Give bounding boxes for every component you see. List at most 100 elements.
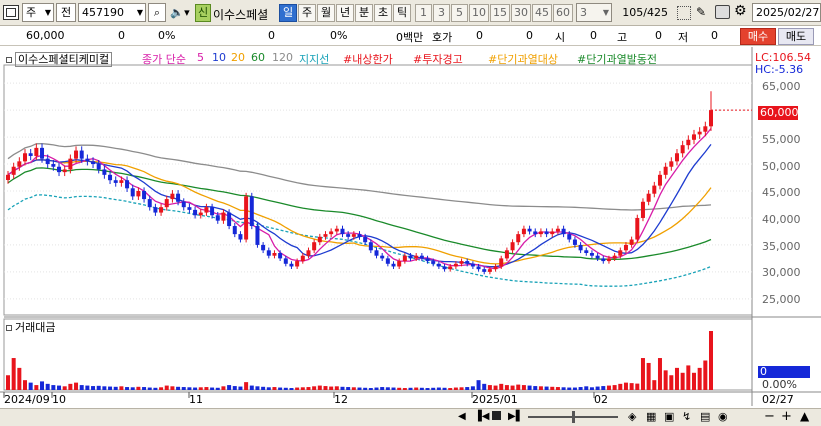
volume-percent: 0% [330,29,348,42]
candle [578,244,583,251]
volume-bar [96,385,101,390]
legend-indicator-4: #단기과열발동전 [577,53,658,66]
collapse-icon[interactable]: ▲ [800,409,809,423]
volume-bar [198,387,203,390]
candle [601,258,606,262]
chart-tool-icon[interactable]: ◈ [628,410,636,423]
interval-button-15[interactable]: 15 [490,4,510,22]
interval-button-3[interactable]: 3 [433,4,450,22]
interval-button-1[interactable]: 1 [415,4,432,22]
scroll-first-button[interactable]: ◀ [458,411,466,422]
volume-bar [34,385,39,390]
legend-indicator-2: #투자경고 [413,53,463,66]
volume-bar [470,386,475,390]
candle [606,258,611,262]
interval-button-45[interactable]: 45 [532,4,552,22]
candle [584,250,589,253]
chart-tool-icon[interactable]: ↯ [682,410,691,423]
volume-bar [567,387,572,390]
candle [249,196,254,227]
zoom-out-icon[interactable]: − [764,409,775,424]
market-select[interactable]: 주 ▼ [22,3,54,22]
scroll-next-button[interactable]: ▶▌ [508,411,523,422]
volume-bar [204,387,209,390]
candle [470,263,475,267]
volume-bar [538,386,543,390]
candle [351,234,356,237]
chevron-down-icon: ▼ [136,8,143,17]
interval-button-5[interactable]: 5 [451,4,468,22]
type-select[interactable]: 전 [56,3,76,22]
chart-tool-icon[interactable]: ▣ [664,410,674,423]
candle [385,258,390,264]
interval-button-10[interactable]: 10 [469,4,489,22]
candle [544,231,549,235]
candle [198,212,203,216]
period-button-tick[interactable]: 틱 [393,4,411,22]
candle [187,207,192,210]
date-field[interactable]: 2025/02/27 [752,3,821,22]
candle [623,244,628,251]
toolbar: 주 ▼ 전 457190 ▼ ⌕ 🔈▾ 신 이수스페셜 일 주 월 년 분 초 틱 … [0,0,821,26]
volume-bar [436,387,441,390]
amount-value: 0백만 [396,31,424,44]
scroll-prev-button[interactable]: ▐◀ [474,411,489,422]
candle [312,242,317,251]
count-select[interactable]: 3 ▼ [576,3,612,22]
candle [215,215,220,221]
candle [164,199,169,208]
draw-tool-icon[interactable]: ✎ [696,5,706,19]
volume-bar [465,387,470,390]
interval-button-60[interactable]: 60 [553,4,573,22]
candle [136,191,141,197]
candle [227,212,232,227]
grid-toggle-icon[interactable] [677,6,691,20]
volume-pane-frame [3,318,753,391]
code-input[interactable]: 457190 ▼ [78,3,146,22]
candle [697,131,702,135]
candle [193,209,198,216]
candle [391,263,396,267]
interval-button-30[interactable]: 30 [511,4,531,22]
candle [329,231,334,235]
buy-button[interactable]: 매수 [740,28,776,45]
volume-bar [261,386,266,390]
candle [181,201,186,208]
candle [300,255,305,262]
period-button-second[interactable]: 초 [374,4,392,22]
volume-bar [136,386,141,390]
volume-bar [334,386,339,390]
period-button-year[interactable]: 년 [336,4,354,22]
camera-icon[interactable] [715,5,730,19]
volume-bar [300,387,305,390]
chart-tool-icon[interactable]: ▦ [646,410,656,423]
x-label: 11 [189,393,203,406]
volume-bar [623,382,628,390]
candle [465,261,470,264]
gear-icon[interactable]: ⚙ [734,3,747,19]
volume-bar [459,387,464,390]
candle [646,193,651,202]
volume-bar [657,358,662,390]
sound-button[interactable]: 🔈▾ [168,3,192,22]
y-label: 50,000 [762,160,801,173]
zoom-in-icon[interactable]: + [781,409,792,424]
window-icon[interactable] [3,5,19,20]
period-button-day[interactable]: 일 [279,4,297,22]
period-button-minute[interactable]: 분 [355,4,373,22]
period-button-month[interactable]: 월 [317,4,335,22]
period-button-week[interactable]: 주 [298,4,316,22]
chevron-down-icon: ▼ [44,8,51,17]
candle [368,242,373,251]
candle [459,261,464,264]
volume-bar [453,387,458,390]
candle [652,185,657,194]
chart-tool-icon[interactable]: ▤ [700,410,710,423]
price-chart[interactable] [0,47,821,411]
chart-tool-icon[interactable]: ◉ [718,410,728,423]
search-button[interactable]: ⌕ [148,3,166,22]
scroll-thumb[interactable] [572,411,575,423]
sell-button[interactable]: 매도 [778,28,814,45]
scroll-stop-button[interactable] [492,411,501,420]
candle [663,166,668,175]
